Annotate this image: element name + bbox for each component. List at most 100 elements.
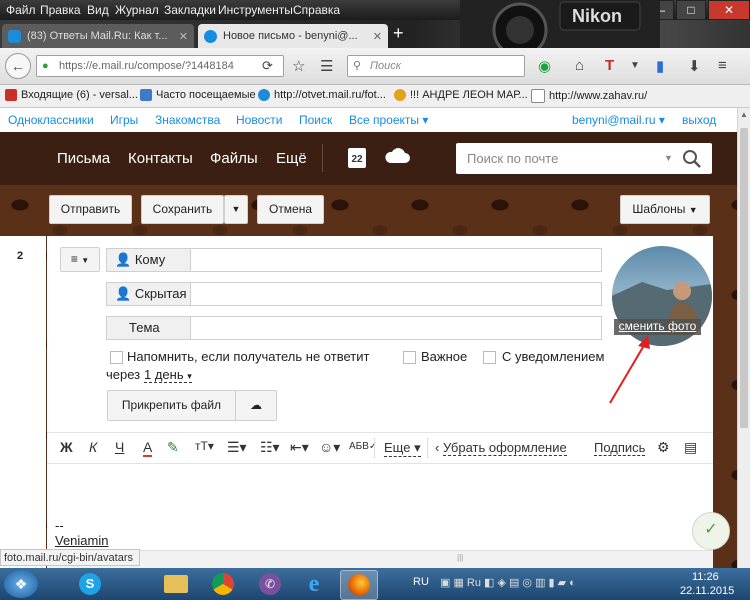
bookmark-inbox[interactable]: Входящие (6) - versal... — [5, 89, 138, 101]
link-dating[interactable]: Знакомства — [155, 113, 220, 127]
highlight-icon[interactable]: ✎ — [167, 439, 179, 456]
templates-button[interactable]: Шаблоны ▼ — [620, 195, 710, 224]
firefox-icon[interactable] — [340, 570, 378, 600]
nav-more[interactable]: Ещё — [276, 150, 307, 167]
maximize-button[interactable]: □ — [676, 0, 706, 20]
close-window-button[interactable]: ✕ — [708, 0, 750, 20]
signature-button[interactable]: Подпись — [594, 440, 646, 456]
tab-close-icon[interactable]: ✕ — [179, 30, 188, 43]
language-indicator[interactable]: RU — [413, 576, 429, 588]
bookmark-star-icon[interactable]: ☆ — [292, 57, 305, 75]
page-scrollbar[interactable]: ▲ — [737, 108, 750, 568]
link-search[interactable]: Поиск — [299, 113, 332, 127]
remove-format-label: Убрать оформление — [442, 440, 567, 456]
remind-period-select[interactable]: 1 день ▾ — [144, 367, 192, 383]
signature-name: Veniamin — [55, 533, 109, 548]
save-button[interactable]: Сохранить — [141, 195, 224, 224]
subject-input[interactable] — [190, 316, 602, 340]
cloud-attach-icon[interactable]: ☁ — [235, 390, 277, 421]
tab-close-icon[interactable]: ✕ — [373, 30, 382, 43]
reload-icon[interactable]: ⟳ — [262, 58, 273, 74]
menu-view[interactable]: Вид — [87, 3, 109, 17]
search-icon[interactable] — [682, 149, 702, 169]
caret-down-icon[interactable]: ▼ — [664, 153, 673, 163]
calendar-icon[interactable]: 22 — [348, 148, 366, 168]
menu-bookmarks[interactable]: Закладки — [164, 3, 216, 17]
bold-button[interactable]: Ж — [60, 439, 73, 455]
remind-checkbox[interactable] — [110, 351, 123, 364]
start-button[interactable]: ❖ — [4, 570, 38, 598]
link-news[interactable]: Новости — [236, 113, 282, 127]
addon-blue-icon[interactable]: ▮ — [656, 57, 664, 75]
download-icon[interactable]: ⬇ — [688, 57, 701, 75]
cloud-icon[interactable] — [384, 148, 410, 164]
scroll-up-icon[interactable]: ▲ — [740, 110, 748, 119]
font-size-button[interactable]: тТ▾ — [195, 439, 214, 453]
send-button[interactable]: Отправить — [49, 195, 132, 224]
bookmark-otvet[interactable]: http://otvet.mail.ru/fot... — [258, 89, 386, 101]
link-all-projects[interactable]: Все проекты ▾ — [349, 113, 428, 127]
browser-search-input[interactable]: ⚲ Поиск — [347, 55, 525, 77]
caret-down-icon: ▾ — [658, 113, 665, 127]
folder-icon[interactable] — [158, 570, 194, 598]
underline-button[interactable]: Ч — [115, 439, 124, 455]
menu-tools[interactable]: Инструменты — [218, 3, 293, 17]
notify-checkbox[interactable] — [483, 351, 496, 364]
skype-icon[interactable]: S — [72, 570, 108, 598]
menu-edit[interactable]: Правка — [40, 3, 81, 17]
save-dropdown-icon[interactable]: ▼ — [224, 195, 248, 224]
user-email[interactable]: benyni@mail.ru ▾ — [572, 113, 665, 127]
important-checkbox[interactable] — [403, 351, 416, 364]
menu-history[interactable]: Журнал — [115, 3, 159, 17]
template-icon[interactable]: ▤ — [684, 439, 697, 456]
bcc-input[interactable] — [190, 282, 602, 306]
dropdown-arrow-icon[interactable]: ▼ — [630, 60, 640, 71]
indent-icon[interactable]: ⇤▾ — [290, 439, 309, 456]
bookmark-zahav[interactable]: http://www.zahav.ru/ — [531, 89, 647, 103]
back-arrow-icon[interactable]: ← — [5, 53, 31, 79]
url-bar[interactable]: ● https://e.mail.ru/compose/?1448184 — [36, 55, 284, 77]
viber-icon[interactable]: ✆ — [252, 570, 288, 598]
addon-t-icon[interactable]: T — [605, 57, 614, 74]
to-input[interactable] — [190, 248, 602, 272]
chrome-icon[interactable] — [205, 570, 241, 598]
nav-contacts[interactable]: Контакты — [128, 150, 193, 167]
editor-h-scrollbar[interactable]: ||| — [47, 550, 713, 569]
shield-icon[interactable]: ✓ — [692, 512, 730, 550]
home-icon[interactable]: ⌂ — [575, 57, 584, 74]
italic-button[interactable]: К — [89, 439, 97, 455]
tab-title: Новое письмо - benyni@... — [223, 30, 358, 42]
list-format-icon[interactable]: ☷▾ — [260, 439, 280, 456]
bookmark-most-visited[interactable]: Часто посещаемые — [140, 89, 256, 101]
align-icon[interactable]: ☰▾ — [227, 439, 247, 456]
nav-letters[interactable]: Письма — [57, 150, 110, 167]
menu-hamburger-icon[interactable]: ≡ — [718, 57, 727, 74]
more-button[interactable]: Еще ▾ — [384, 440, 421, 457]
gear-icon[interactable]: ⚙ — [657, 439, 670, 456]
emoji-icon[interactable]: ☺▾ — [319, 439, 340, 456]
scroll-grip-icon[interactable]: ||| — [457, 553, 463, 562]
addon-green-icon[interactable]: ◉ — [538, 57, 551, 75]
cancel-button[interactable]: Отмена — [257, 195, 324, 224]
bookmark-andre[interactable]: !!! АНДРЕ ЛЕОН МАР... — [394, 89, 528, 101]
tray-icons[interactable]: ▣ ▦ Ru ◧ ◈ ▤ ◎ ▥ ▮ ▰ ◐ — [440, 576, 576, 589]
logout-link[interactable]: выход — [682, 113, 716, 127]
attach-file-button[interactable]: Прикрепить файл — [107, 390, 236, 421]
text-color-button[interactable]: А — [143, 439, 153, 457]
tab-otvet[interactable]: (83) Ответы Mail.Ru: Как т... ✕ — [2, 24, 194, 48]
mail-search-input[interactable]: Поиск по почте ▼ — [456, 143, 712, 174]
remind-prefix: через — [106, 367, 141, 382]
ie-icon[interactable]: e — [296, 570, 332, 598]
menu-file[interactable]: Файл — [6, 3, 36, 17]
nav-files[interactable]: Файлы — [210, 150, 258, 167]
fields-menu-button[interactable]: ≡ ▼ — [60, 247, 100, 272]
reader-list-icon[interactable]: ☰ — [320, 57, 333, 75]
remove-format-button[interactable]: ‹ Убрать оформление — [435, 440, 567, 456]
new-tab-button[interactable]: + — [393, 23, 404, 44]
menu-help[interactable]: Справка — [293, 3, 340, 17]
scrollbar-thumb[interactable] — [740, 128, 748, 428]
tab-new-letter[interactable]: Новое письмо - benyni@... ✕ — [198, 24, 388, 48]
link-games[interactable]: Игры — [110, 113, 138, 127]
magnifier-icon: ⚲ — [353, 60, 362, 72]
link-odnoklassniki[interactable]: Одноклассники — [8, 113, 94, 127]
